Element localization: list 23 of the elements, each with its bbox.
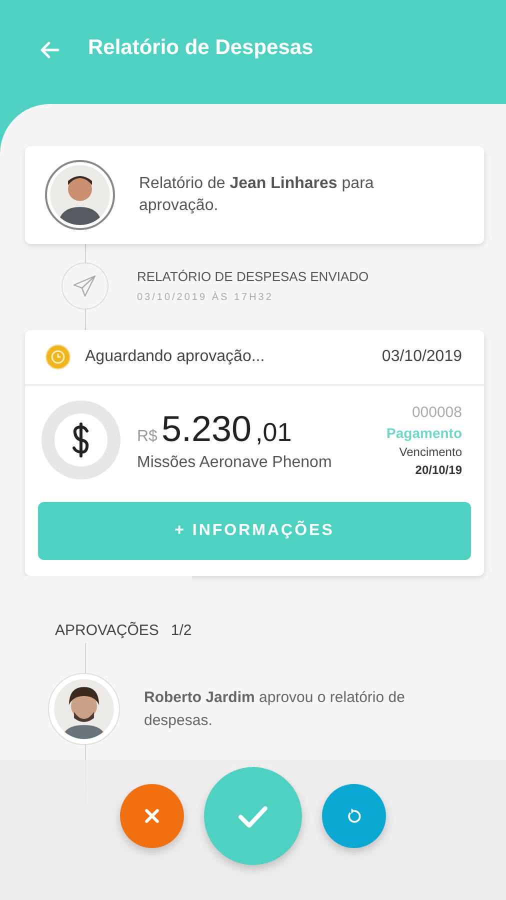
due-label: Vencimento	[399, 444, 462, 458]
event-timestamp: 03/10/2019 ÀS 17H32	[137, 292, 274, 303]
due-date: 20/10/19	[415, 462, 462, 476]
report-description: Missões Aeronave Phenom	[137, 454, 333, 472]
currency-symbol: R$	[137, 428, 158, 446]
amount-value: 5.230	[161, 408, 252, 450]
amount-cents: ,01	[256, 417, 292, 448]
refresh-icon	[345, 807, 363, 825]
more-info-button[interactable]: + INFORMAÇÕES	[38, 502, 471, 560]
paper-plane-icon	[61, 262, 109, 310]
status-text: Aguardando aprovação...	[85, 348, 266, 366]
submitter-message: Relatório de Jean Linhares para aprovação.	[139, 174, 375, 216]
dollar-icon	[41, 400, 121, 480]
approvals-title: APROVAÇÕES	[55, 622, 159, 639]
approvals-count: 1/2	[170, 622, 192, 639]
report-date: 03/10/2019	[382, 348, 462, 366]
page-title: Relatório de Despesas	[88, 36, 314, 60]
report-type: Pagamento	[386, 424, 462, 440]
event-title: RELATÓRIO DE DESPESAS ENVIADO	[137, 269, 369, 284]
report-number: 000008	[412, 404, 462, 420]
close-icon	[143, 807, 161, 825]
clock-icon	[45, 344, 71, 370]
approval-message: Roberto Jardim aprovou o relatório de despesas.	[144, 688, 406, 731]
